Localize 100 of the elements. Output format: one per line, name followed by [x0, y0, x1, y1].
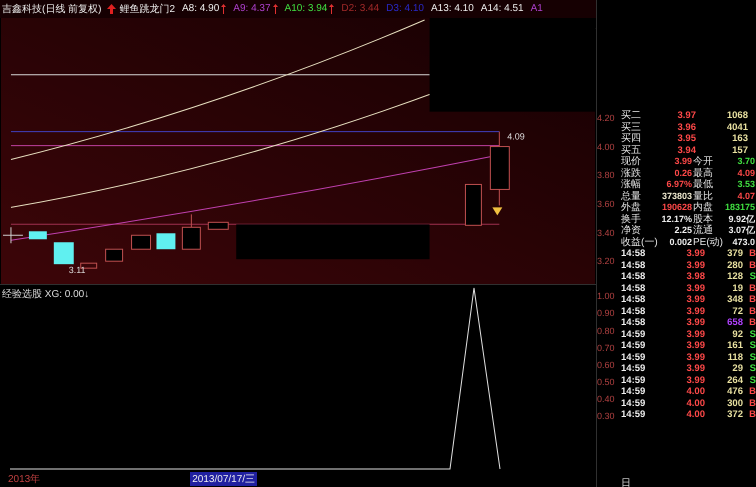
- trade-volume: 128: [726, 271, 743, 282]
- axis-label: 0.50: [597, 376, 616, 390]
- stat-value: 9.92亿: [727, 214, 756, 225]
- trade-side: B: [748, 282, 756, 294]
- axis-label: 4.00: [597, 140, 616, 154]
- candlestick: [464, 184, 482, 226]
- trade-volume: 300: [726, 398, 743, 409]
- axis-label: 3.40: [597, 226, 616, 240]
- crosshair-icon: [2, 226, 24, 244]
- candlestick: [131, 234, 151, 250]
- stat-value: 3.07亿: [727, 225, 756, 236]
- stock-title: 吉鑫科技(日线 前复权): [2, 2, 102, 16]
- trade-price: 3.99: [686, 306, 705, 317]
- trade-time: 14:58: [621, 260, 646, 271]
- trade-volume: 280: [726, 260, 743, 271]
- stat-label: 股本: [693, 214, 714, 224]
- stat-value: 183175: [724, 202, 756, 214]
- trade-side: B: [748, 386, 756, 398]
- trade-side: B: [748, 260, 756, 271]
- trade-price: 3.99: [686, 328, 705, 340]
- bid-price: 3.97: [676, 110, 696, 122]
- trade-side: S: [748, 374, 756, 386]
- quote-label: 买五: [621, 144, 642, 156]
- trade-price: 3.99: [686, 282, 705, 294]
- stat-label: 总量: [621, 190, 642, 202]
- indicator-value: D2: 3.44: [341, 3, 380, 14]
- trade-price: 3.99: [686, 294, 705, 306]
- stat-label: PE(动): [693, 236, 723, 248]
- stat-value: 0.26: [673, 168, 693, 179]
- bid-volume: 4041: [726, 122, 748, 133]
- stat-label: 涨跌: [621, 168, 642, 178]
- indicator-value: A9: 4.37: [233, 3, 271, 14]
- time-label: 2013年: [8, 472, 40, 486]
- trade-time: 14:59: [621, 352, 646, 363]
- stat-label: 流通: [693, 225, 714, 236]
- trade-price: 3.99: [686, 363, 705, 374]
- candlestick: [105, 248, 124, 262]
- time-label: 2013/07/17/三: [190, 472, 258, 486]
- bid-price: 3.96: [676, 122, 696, 133]
- stat-label: 内盘: [693, 202, 714, 214]
- stat-label: 最低: [693, 179, 714, 190]
- trade-side: S: [748, 352, 756, 363]
- bid-volume: 157: [731, 144, 748, 156]
- trade-time: 14:58: [621, 294, 646, 306]
- trade-price: 3.99: [686, 340, 705, 352]
- stat-label: 涨幅: [621, 179, 642, 190]
- stat-value: 0.002: [668, 236, 693, 248]
- trade-time: 14:58: [621, 306, 646, 317]
- trade-side: S: [748, 271, 756, 282]
- bid-volume: 1068: [726, 110, 748, 122]
- indicator-value: A13: 4.10: [430, 3, 474, 14]
- bid-price: 3.95: [676, 133, 696, 144]
- arrow-icon: [107, 4, 116, 14]
- trade-price: 4.00: [686, 409, 705, 420]
- indicator-value: A14: 4.51: [480, 3, 524, 14]
- axis-label: 0.30: [597, 410, 616, 424]
- trade-time: 14:59: [621, 363, 646, 374]
- trade-time: 14:59: [621, 340, 646, 352]
- trade-price: 3.98: [686, 271, 705, 282]
- stat-label: 收益(一): [621, 236, 659, 248]
- trade-side: B: [748, 317, 756, 328]
- stat-value: 6.97%: [665, 179, 693, 190]
- trade-side: B: [748, 248, 756, 260]
- axis-label: 1.00: [597, 290, 616, 304]
- indicator-value: A1: [530, 3, 543, 14]
- indicator-label: 经验选股 XG: 0.00↓: [2, 288, 90, 302]
- trade-time: 14:58: [621, 317, 646, 328]
- stat-label: 外盘: [621, 202, 642, 214]
- stat-value: 3.99: [673, 156, 693, 168]
- trade-price: 3.99: [686, 248, 705, 260]
- axis-label: 0.70: [597, 342, 616, 355]
- indicator-value: A10: 3.94: [284, 3, 328, 14]
- stat-label: 今开: [693, 156, 714, 168]
- quote-label: 买三: [621, 122, 642, 133]
- quote-label: 买二: [621, 110, 642, 122]
- stat-label: 现价: [621, 156, 642, 168]
- trade-volume: 118: [726, 352, 743, 363]
- trade-time: 14:58: [621, 282, 646, 294]
- trade-price: 3.99: [686, 352, 705, 363]
- trade-time: 14:58: [621, 248, 646, 260]
- trade-time: 14:59: [621, 398, 646, 409]
- trade-volume: 658: [726, 317, 743, 328]
- trade-volume: 161: [726, 340, 743, 352]
- axis-label: 3.80: [597, 169, 616, 182]
- trade-volume: 379: [726, 248, 743, 260]
- axis-label: 0.90: [597, 307, 616, 320]
- axis-label: 4.20: [597, 112, 616, 125]
- axis-label: 0.40: [597, 393, 616, 406]
- stat-value: 3.53: [736, 179, 756, 190]
- trade-side: B: [748, 398, 756, 409]
- trade-volume: 372: [726, 409, 743, 420]
- trade-volume: 264: [726, 374, 743, 386]
- indicator-name: 鲤鱼跳龙门2: [119, 2, 176, 16]
- stat-label: 换手: [621, 214, 642, 225]
- trade-price: 3.99: [686, 374, 705, 386]
- trade-time: 14:59: [621, 386, 646, 398]
- stat-value: 3.70: [736, 156, 756, 168]
- high-price-label: 4.09: [507, 132, 525, 142]
- trade-side: S: [748, 363, 756, 374]
- axis-label: 3.60: [597, 198, 616, 212]
